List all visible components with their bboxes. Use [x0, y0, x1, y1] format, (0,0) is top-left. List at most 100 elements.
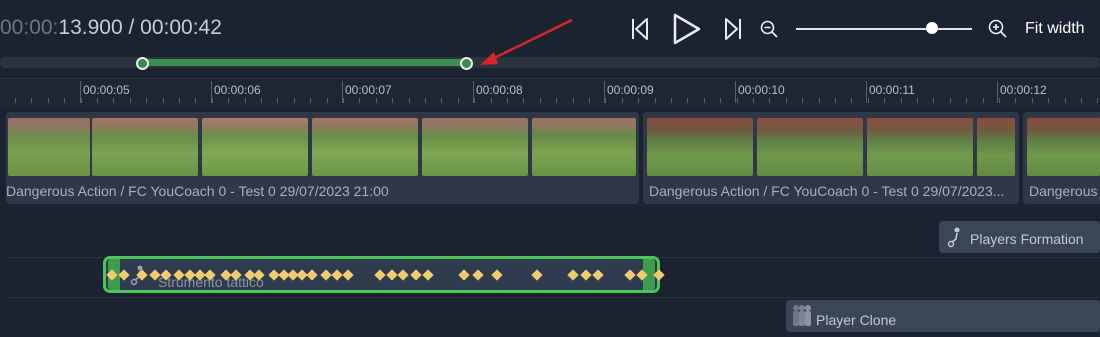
play-icon[interactable] — [672, 13, 702, 45]
ruler-minor-tick — [605, 98, 606, 103]
ruler-minor-tick — [737, 98, 738, 103]
clip-thumbnail — [1027, 118, 1100, 176]
ruler-minor-tick — [81, 98, 82, 103]
ruler-minor-tick — [245, 98, 246, 103]
annotation-arrow — [480, 18, 573, 65]
ruler-minor-tick — [163, 98, 164, 103]
ruler-minor-tick — [1081, 98, 1082, 103]
ruler-minor-tick — [507, 98, 508, 103]
ruler-minor-tick — [950, 98, 951, 103]
clip-thumbnail — [92, 118, 198, 176]
ruler-time-label: 00:00:06 — [214, 83, 261, 97]
ruler-minor-tick — [769, 98, 770, 103]
skip-back-icon[interactable] — [631, 17, 649, 41]
ruler-minor-tick — [130, 98, 131, 103]
ruler-minor-tick — [327, 98, 328, 103]
ruler-minor-tick — [294, 98, 295, 103]
ruler-time-label: 00:00:11 — [869, 83, 915, 97]
ruler-minor-tick — [933, 98, 934, 103]
ruler-minor-tick — [786, 98, 787, 103]
ruler-minor-tick — [179, 98, 180, 103]
fit-width-button[interactable]: Fit width — [1025, 20, 1085, 38]
players-formation-icon — [947, 227, 960, 248]
zoom-slider-handle[interactable] — [926, 22, 938, 34]
clip-thumbnail — [422, 118, 528, 176]
ruler-minor-tick — [491, 98, 492, 103]
ruler-minor-tick — [999, 98, 1000, 103]
ruler-minor-tick — [687, 98, 688, 103]
ruler-minor-tick — [966, 98, 967, 103]
ruler-minor-tick — [441, 98, 442, 103]
ruler-minor-tick — [1032, 98, 1033, 103]
ruler-minor-tick — [343, 98, 344, 103]
ruler-minor-tick — [474, 98, 475, 103]
zoom-in-icon[interactable] — [988, 19, 1008, 39]
zoom-slider-track[interactable] — [796, 28, 972, 30]
ruler-minor-tick — [655, 98, 656, 103]
ruler-minor-tick — [868, 98, 869, 103]
ruler-minor-tick — [523, 98, 524, 103]
ruler-minor-tick — [97, 98, 98, 103]
players-formation-item[interactable]: Players Formation — [939, 221, 1100, 253]
ruler-minor-tick — [212, 98, 213, 103]
player-clone-item[interactable]: Player Clone — [786, 300, 1100, 332]
clip-thumbnail — [202, 118, 308, 176]
ruler-minor-tick — [540, 98, 541, 103]
ruler-minor-tick — [228, 98, 229, 103]
player-clone-label: Player Clone — [816, 312, 897, 328]
ruler-minor-tick — [195, 98, 196, 103]
track-divider — [6, 297, 1100, 298]
ruler-time-label: 00:00:08 — [476, 83, 523, 97]
ruler-minor-tick — [409, 98, 410, 103]
ruler-minor-tick — [1097, 98, 1098, 103]
ruler-minor-tick — [1065, 98, 1066, 103]
video-clip[interactable]: Dangerous Action / FC YouCoach 0 - Test … — [6, 112, 639, 204]
ruler-minor-tick — [376, 98, 377, 103]
ruler-time-label: 00:00:10 — [738, 83, 785, 97]
time-readout: 00:00:13.900 / 00:00:42 — [0, 16, 222, 40]
ruler-minor-tick — [31, 98, 32, 103]
ruler-minor-tick — [310, 98, 311, 103]
ruler-major-tick — [997, 81, 998, 103]
video-clip[interactable]: Dangerous Action / FC YouCoach 0 - Test … — [643, 112, 1019, 204]
ruler-minor-tick — [983, 98, 984, 103]
ruler-minor-tick — [64, 98, 65, 103]
ruler-time-label: 00:00:12 — [1000, 83, 1047, 97]
current-time: 13.900 — [58, 16, 123, 39]
ruler-minor-tick — [425, 98, 426, 103]
ruler-minor-tick — [556, 98, 557, 103]
total-time: 00:00:42 — [140, 16, 222, 39]
ruler-minor-tick — [671, 98, 672, 103]
ruler-minor-tick — [392, 98, 393, 103]
ruler-minor-tick — [720, 98, 721, 103]
ruler-minor-tick — [622, 98, 623, 103]
ruler-minor-tick — [48, 98, 49, 103]
ruler-time-label: 00:00:09 — [607, 83, 654, 97]
ruler-minor-tick — [638, 98, 639, 103]
ruler-minor-tick — [146, 98, 147, 103]
time-ruler[interactable] — [0, 78, 1100, 109]
zoom-out-icon[interactable] — [760, 20, 779, 39]
ruler-minor-tick — [851, 98, 852, 103]
clip-thumbnail — [757, 118, 863, 176]
clip-thumbnail — [8, 118, 90, 176]
clip-thumbnail — [647, 118, 753, 176]
ruler-major-tick — [866, 81, 867, 103]
ruler-minor-tick — [819, 98, 820, 103]
ruler-minor-tick — [573, 98, 574, 103]
ruler-minor-tick — [884, 98, 885, 103]
ruler-time-label: 00:00:05 — [83, 83, 130, 97]
time-separator: / — [122, 16, 141, 39]
ruler-minor-tick — [1048, 98, 1049, 103]
range-start-handle[interactable] — [136, 57, 149, 70]
ruler-minor-tick — [113, 98, 114, 103]
player-clone-icon — [793, 305, 811, 326]
players-formation-label: Players Formation — [970, 231, 1084, 247]
clip-thumbnail — [867, 118, 973, 176]
visible-range-bar[interactable] — [142, 59, 466, 66]
skip-forward-icon[interactable] — [724, 17, 742, 41]
clip-thumbnail — [312, 118, 418, 176]
video-clip[interactable]: Dangerous ... — [1023, 112, 1100, 204]
ruler-major-tick — [735, 81, 736, 103]
time-prefix: 00:00: — [0, 16, 59, 39]
